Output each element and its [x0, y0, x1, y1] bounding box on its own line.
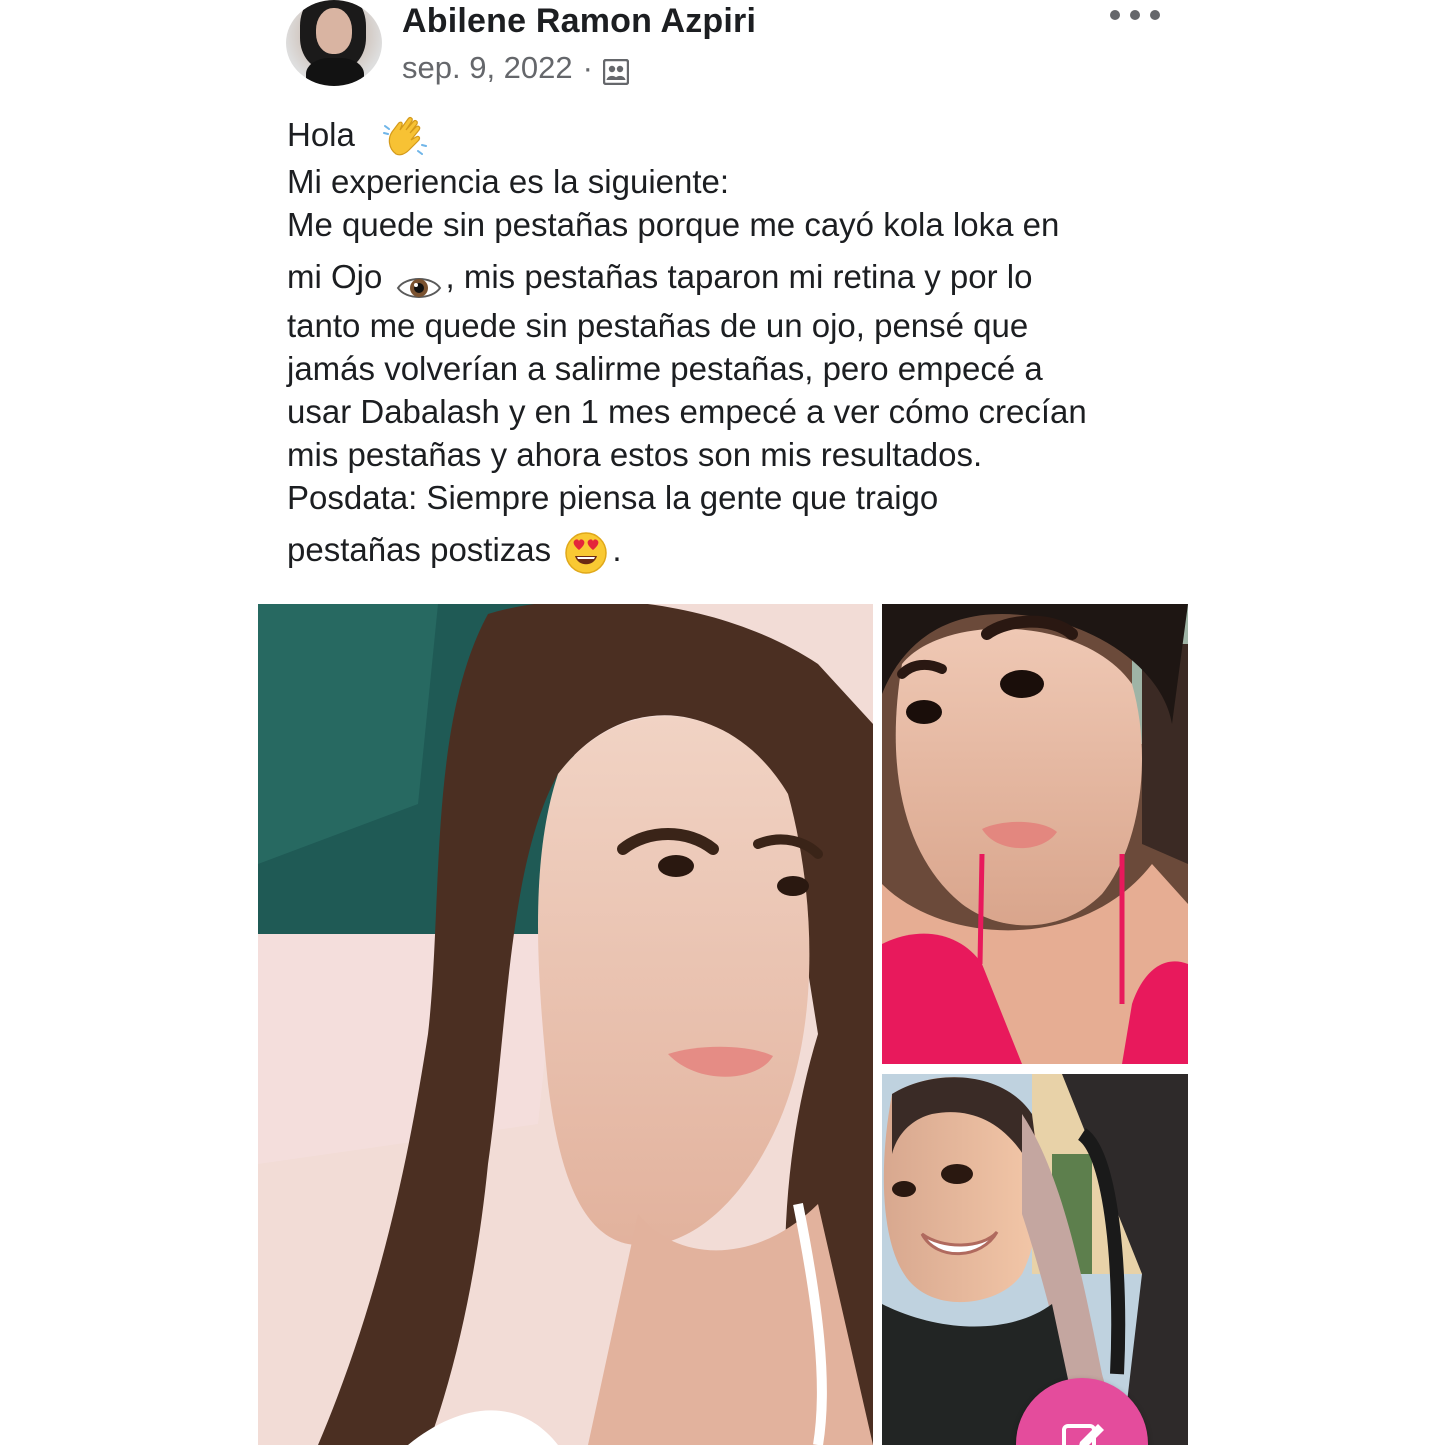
post-photo-2[interactable] [882, 604, 1188, 1064]
post-body: Hola Mi experiencia es la siguiente: Me … [287, 112, 1177, 577]
post-photo-1[interactable] [258, 604, 873, 1445]
post-line-text: . [612, 531, 622, 569]
post-line-text: mi Ojo [287, 258, 383, 296]
post-line-text: pestañas postizas [287, 531, 552, 569]
more-options-icon[interactable] [1110, 2, 1160, 28]
post-line: Posdata: Siempre piensa la gente que tra… [287, 479, 939, 517]
post-line: jamás volverían a salirme pestañas, pero… [287, 350, 1043, 388]
waving-hand-emoji [382, 114, 428, 160]
author-name[interactable]: Abilene Ramon Azpiri [402, 2, 756, 41]
author-avatar[interactable] [286, 0, 382, 86]
post-photo-3[interactable] [882, 1074, 1188, 1445]
post-meta: sep. 9, 2022 · [402, 50, 630, 86]
heart-eyes-emoji [564, 531, 608, 575]
post-line: mis pestañas y ahora estos son mis resul… [287, 436, 983, 474]
post-line-text: , mis pestañas taparon mi retina y por l… [445, 258, 1033, 296]
facebook-post: Abilene Ramon Azpiri sep. 9, 2022 · Hola [0, 0, 1445, 1445]
selfie-image-1 [258, 604, 873, 1445]
post-line: mi Ojo , mis pestañas taparon mi retina … [287, 250, 1177, 304]
post-line: tanto me quede sin pestañas de un ojo, p… [287, 307, 1029, 345]
more-dot [1110, 10, 1120, 20]
selfie-image-3 [882, 1074, 1188, 1445]
more-dot [1150, 10, 1160, 20]
post-line: usar Dabalash y en 1 mes empecé a ver có… [287, 393, 1087, 431]
friends-audience-icon[interactable] [602, 57, 630, 86]
post-line: Hola [287, 112, 1177, 160]
post-date[interactable]: sep. 9, 2022 [402, 50, 573, 86]
eye-emoji [396, 265, 442, 298]
avatar-face [316, 8, 352, 54]
post-line: Me quede sin pestañas porque me cayó kol… [287, 206, 1060, 244]
avatar-body [306, 58, 364, 86]
post-line-text: Hola [287, 116, 355, 153]
post-line: pestañas postizas . [287, 523, 1177, 577]
selfie-image-2 [882, 604, 1188, 1064]
more-dot [1130, 10, 1140, 20]
meta-separator: · [582, 50, 593, 85]
post-line: Mi experiencia es la siguiente: [287, 163, 730, 201]
